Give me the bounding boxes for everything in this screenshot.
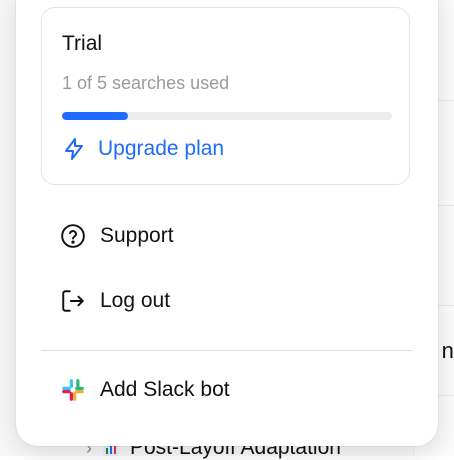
plan-card: Trial 1 of 5 searches used Upgrade plan — [41, 7, 410, 185]
logout-label: Log out — [100, 289, 171, 312]
upgrade-plan-link[interactable]: Upgrade plan — [62, 137, 224, 161]
add-slack-bot-menu-item[interactable]: Add Slack bot — [60, 377, 230, 403]
add-slack-bot-label: Add Slack bot — [100, 378, 230, 401]
account-popover: Trial 1 of 5 searches used Upgrade plan … — [16, 0, 438, 446]
upgrade-plan-label: Upgrade plan — [98, 137, 225, 160]
usage-progress-bar — [62, 112, 392, 120]
logout-icon — [60, 288, 86, 314]
support-menu-item[interactable]: Support — [60, 223, 174, 249]
question-circle-icon — [60, 223, 86, 249]
slack-logo-icon — [60, 377, 86, 403]
menu-divider — [41, 350, 412, 351]
logout-menu-item[interactable]: Log out — [60, 288, 170, 314]
usage-progress-fill — [62, 112, 128, 120]
support-label: Support — [100, 224, 174, 247]
plan-title: Trial — [62, 32, 103, 55]
background-partial-text: nt — [441, 338, 454, 363]
lightning-bolt-icon — [62, 137, 86, 161]
plan-usage-text: 1 of 5 searches used — [62, 73, 230, 93]
